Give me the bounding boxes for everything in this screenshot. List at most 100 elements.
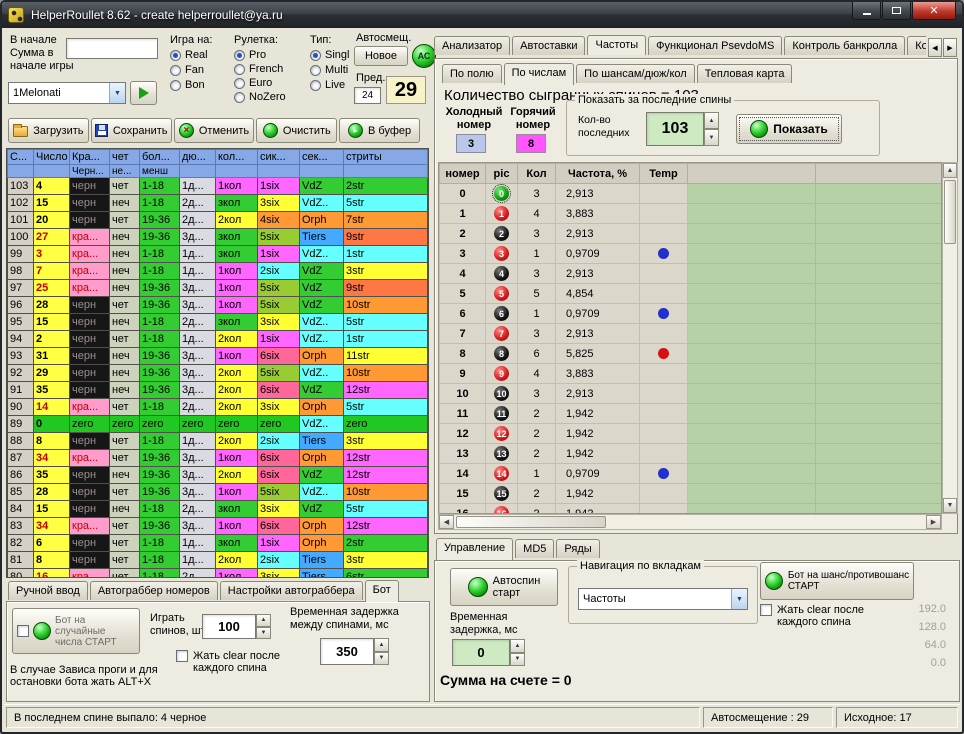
control-clear-checkbox-row[interactable]: Жать clear после каждого спина <box>760 604 864 628</box>
freq-row[interactable]: 9943,883 <box>440 364 943 384</box>
history-row[interactable]: 10027кра...неч19-363д...зкол5sixTiers9st… <box>8 229 428 246</box>
freq-col-header[interactable]: Кол <box>518 164 556 184</box>
scroll-up-icon[interactable]: ▲ <box>943 163 957 178</box>
freq-row[interactable]: 2232,913 <box>440 224 943 244</box>
spinner-up-button[interactable]: ▲ <box>510 639 525 653</box>
freq-row[interactable]: 3310,9709 <box>440 244 943 264</box>
spinner-down-button[interactable]: ▼ <box>510 653 525 667</box>
history-row[interactable]: 8635черннеч19-363д...2кол6sixVdZ12str <box>8 467 428 484</box>
history-row[interactable]: 8734кра...чет19-363д...1кол6sixOrph12str <box>8 450 428 467</box>
freq-row[interactable]: 5554,854 <box>440 284 943 304</box>
control-delay-input[interactable]: 0 <box>452 639 510 666</box>
spinner-down-button[interactable]: ▼ <box>256 627 271 640</box>
history-row[interactable]: 9515черннеч1-182д...зкол3sixVdZ..5str <box>8 314 428 331</box>
load-button[interactable]: Загрузить <box>8 118 89 143</box>
radio-option[interactable]: Euro <box>234 77 286 89</box>
bot-clear-checkbox-row[interactable]: Жать clear после каждого спина <box>176 650 280 674</box>
scrollbar-thumb[interactable] <box>944 180 956 244</box>
history-row[interactable]: 10215черннеч1-182д...зкол3sixVdZ..5str <box>8 195 428 212</box>
freq-row[interactable]: 1143,883 <box>440 204 943 224</box>
hist-col-header[interactable]: С... <box>8 150 34 165</box>
frequency-table[interactable]: номерpicКолЧастота, %Temp 0032,9131143,8… <box>438 162 942 514</box>
tab-scroll-left-button[interactable]: ◀ <box>928 38 942 57</box>
nav-combobox[interactable]: Частоты ▼ <box>578 588 748 610</box>
hist-col-header[interactable]: дю... <box>180 150 216 165</box>
freq-row[interactable]: 131321,942 <box>440 444 943 464</box>
scroll-left-icon[interactable]: ◀ <box>439 515 454 529</box>
radio-option[interactable]: Singl <box>310 49 349 61</box>
history-row[interactable]: 890zerozerozerozerozerozeroVdZ..zero <box>8 416 428 433</box>
hist-col-header[interactable]: стриты <box>344 150 428 165</box>
freq-row[interactable]: 6610,9709 <box>440 304 943 324</box>
tab-1[interactable]: По числам <box>504 63 575 85</box>
tab-3[interactable]: Функционал PsevdoMS <box>648 36 782 55</box>
spinner-up-button[interactable]: ▲ <box>374 638 389 652</box>
freq-col-header[interactable]: pic <box>486 164 518 184</box>
random-bot-button[interactable]: Бот на случайные числа СТАРТ <box>12 608 140 654</box>
freq-col-header[interactable]: Частота, % <box>556 164 640 184</box>
radio-option[interactable]: NoZero <box>234 91 286 103</box>
hist-col-header[interactable]: сик... <box>258 150 300 165</box>
hist-col-header[interactable]: чет <box>110 150 140 165</box>
tab-2[interactable]: Частоты <box>587 35 646 55</box>
freq-horizontal-scrollbar[interactable]: ◀ ▶ <box>438 514 942 530</box>
play-button[interactable] <box>130 81 157 105</box>
history-row[interactable]: 818чернчет1-181д...2кол2sixTiers3str <box>8 552 428 569</box>
radio-option[interactable]: Fan <box>170 64 208 76</box>
hist-col-header[interactable]: сек... <box>300 150 344 165</box>
tab-scroll-right-button[interactable]: ▶ <box>943 38 957 57</box>
hist-col-header[interactable]: бол... <box>140 150 180 165</box>
maximize-button[interactable] <box>882 2 911 20</box>
history-row[interactable]: 9229черннеч19-363д...2кол5sixVdZ..10str <box>8 365 428 382</box>
history-row[interactable]: 993кра...неч1-181д...зкол1sixVdZ..1str <box>8 246 428 263</box>
clear-button[interactable]: Очистить <box>256 118 337 143</box>
tab-2[interactable]: По шансам/дюж/кол <box>576 64 695 83</box>
tab-2[interactable]: Настройки автограббера <box>220 581 363 600</box>
radio-option[interactable]: Pro <box>234 49 286 61</box>
history-row[interactable]: 9628чернчет19-363д...1кол5sixVdZ10str <box>8 297 428 314</box>
autospin-button[interactable]: Автоспин старт <box>450 568 558 606</box>
freq-row[interactable]: 111121,942 <box>440 404 943 424</box>
chance-bot-button[interactable]: Бот на шанс/противошанс СТАРТ <box>760 562 914 600</box>
spinner-up-button[interactable]: ▲ <box>704 112 719 129</box>
spinner-up-button[interactable]: ▲ <box>256 614 271 627</box>
tab-1[interactable]: Автоставки <box>512 36 585 55</box>
history-row[interactable]: 888чернчет1-181д...2кол2sixTiers3str <box>8 433 428 450</box>
scrollbar-thumb[interactable] <box>456 516 606 528</box>
hist-col-header[interactable]: Кра... <box>70 150 110 165</box>
tab-1[interactable]: MD5 <box>515 539 554 558</box>
history-row[interactable]: 9014кра...чет1-182д...2кол3sixOrph5str <box>8 399 428 416</box>
history-row[interactable]: 8415черннеч1-182д...зкол3sixVdZ5str <box>8 501 428 518</box>
save-button[interactable]: Сохранить <box>91 118 172 143</box>
tab-0[interactable]: Управление <box>436 538 513 560</box>
radio-option[interactable]: Bon <box>170 79 208 91</box>
history-row[interactable]: 9135черннеч19-363д...2кол6sixVdZ12str <box>8 382 428 399</box>
ac-badge[interactable]: АС <box>412 44 436 68</box>
chevron-down-icon[interactable]: ▼ <box>109 83 125 103</box>
chevron-down-icon[interactable]: ▼ <box>731 589 747 609</box>
freq-col-header[interactable]: номер <box>440 164 486 184</box>
freq-row[interactable]: 161621,942 <box>440 504 943 515</box>
spinner-down-button[interactable]: ▼ <box>704 129 719 146</box>
freq-row[interactable]: 151521,942 <box>440 484 943 504</box>
bot-clear-checkbox[interactable] <box>176 650 188 662</box>
tab-5[interactable]: Колесо <box>907 36 926 55</box>
freq-row[interactable]: 4432,913 <box>440 264 943 284</box>
radio-option[interactable]: French <box>234 63 286 75</box>
bot-delay-input[interactable]: 350 <box>320 638 374 665</box>
tab-0[interactable]: По полю <box>442 64 502 83</box>
control-clear-checkbox[interactable] <box>760 604 772 616</box>
buffer-button[interactable]: ▸В буфер <box>339 118 420 143</box>
freq-row[interactable]: 121221,942 <box>440 424 943 444</box>
freq-row[interactable]: 141410,9709 <box>440 464 943 484</box>
tab-4[interactable]: Контроль банкролла <box>784 36 905 55</box>
freq-vertical-scrollbar[interactable]: ▲ ▼ <box>942 162 958 514</box>
scroll-right-icon[interactable]: ▶ <box>926 515 941 529</box>
history-row[interactable]: 826чернчет1-181д...зкол1sixOrph2str <box>8 535 428 552</box>
tab-0[interactable]: Анализатор <box>434 36 510 55</box>
history-row[interactable]: 9331черннеч19-363д...1кол6sixOrph11str <box>8 348 428 365</box>
history-row[interactable]: 9725кра...неч19-363д...1кол5sixVdZ9str <box>8 280 428 297</box>
title-bar[interactable]: HelperRoullet 8.62 - create helperroulle… <box>2 2 962 28</box>
tab-2[interactable]: Ряды <box>556 539 599 558</box>
freq-col-header[interactable]: Temp <box>640 164 688 184</box>
